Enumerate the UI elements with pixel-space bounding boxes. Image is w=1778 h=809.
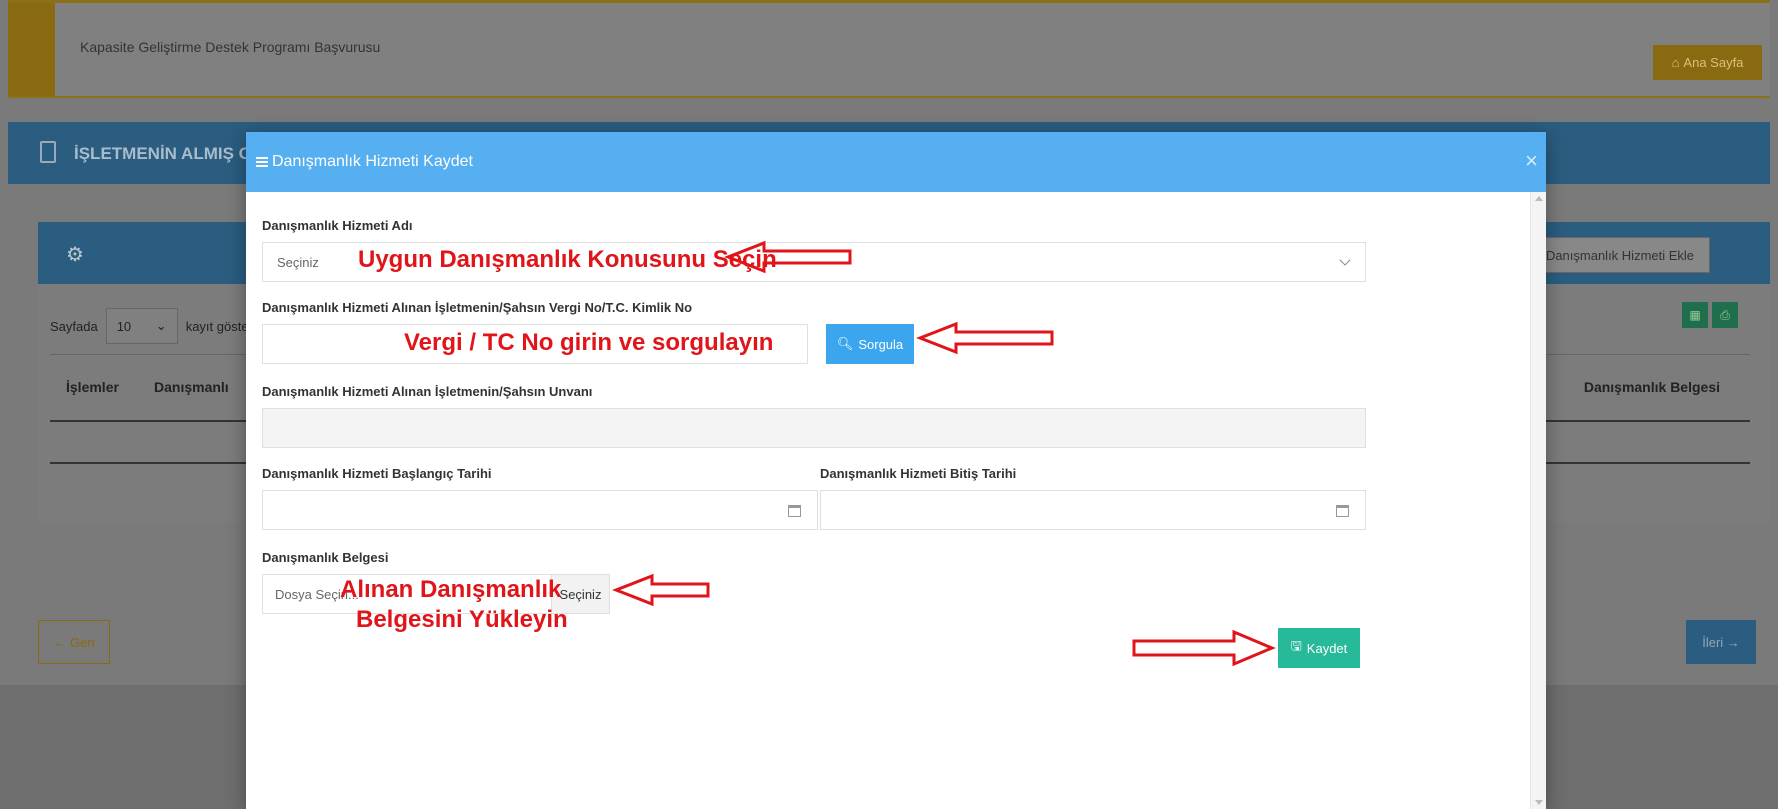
annotation-arrow-right (1132, 629, 1276, 667)
page-length-value: 10 (116, 318, 132, 334)
annotation-upload-line2: Belgesini Yükleyin (356, 606, 568, 633)
service-name-placeholder: Seçiniz (277, 255, 319, 270)
title-readonly-field (262, 408, 1366, 448)
consultancy-modal: Danışmanlık Hizmeti Kaydet × Danışmanlık… (246, 132, 1546, 809)
annotation-arrow-left (724, 240, 852, 274)
page-length-prefix: Sayfada (50, 318, 98, 334)
chevron-down-icon: ⌄ (155, 318, 167, 333)
modal-header: Danışmanlık Hizmeti Kaydet × (246, 132, 1546, 192)
column-actions[interactable]: İşlemler (66, 379, 119, 395)
print-button[interactable]: ⎙ (1712, 302, 1738, 328)
export-buttons: ▦ ⎙ (1682, 302, 1738, 328)
query-button[interactable]: 🔍︎ Sorgula (826, 324, 914, 364)
tax-no-label: Danışmanlık Hizmeti Alınan İşletmenin/Şa… (262, 300, 693, 315)
query-button-label: Sorgula (858, 336, 904, 352)
chevron-down-icon (1339, 254, 1351, 266)
page-length-suffix: kayıt göste (185, 318, 249, 334)
back-button[interactable]: ← Geri (38, 620, 110, 664)
end-date-label: Danışmanlık Hizmeti Bitiş Tarihi (820, 466, 1017, 481)
calendar-icon[interactable] (788, 505, 801, 517)
modal-scrollbar[interactable] (1530, 192, 1546, 809)
top-bar-accent (8, 3, 55, 96)
top-bar: Kapasite Geliştirme Destek Programı Başv… (8, 0, 1770, 98)
page-length-select[interactable]: 10 ⌄ (105, 308, 178, 344)
calendar-icon[interactable] (1336, 505, 1349, 517)
section-title: İŞLETMENİN ALMIŞ O (74, 144, 252, 163)
close-icon[interactable]: × (1525, 150, 1538, 172)
home-button-label: Ana Sayfa (1683, 55, 1744, 70)
excel-export-button[interactable]: ▦ (1682, 302, 1708, 328)
gear-icon: ⚙ (66, 244, 84, 266)
page-length-control: Sayfada 10 ⌄ kayıt göste (50, 308, 249, 344)
annotation-select-topic: Uygun Danışmanlık Konusunu Seçin (358, 246, 777, 273)
end-date-input[interactable] (820, 490, 1366, 530)
annotation-enter-tax: Vergi / TC No girin ve sorgulayın (404, 329, 774, 356)
column-document[interactable]: Danışmanlık Belgesi (1584, 379, 1720, 395)
save-button[interactable]: 🖫 Kaydet (1278, 628, 1360, 668)
document-label: Danışmanlık Belgesi (262, 550, 389, 565)
floppy-disk-icon: 🖫 (1290, 638, 1302, 653)
scroll-up-icon[interactable] (1535, 196, 1543, 201)
annotation-arrow-left (612, 573, 710, 607)
title-label: Danışmanlık Hizmeti Alınan İşletmenin/Şa… (262, 384, 593, 399)
start-date-input[interactable] (262, 490, 818, 530)
modal-title: Danışmanlık Hizmeti Kaydet (272, 153, 473, 170)
home-icon: ⌂ (1671, 55, 1680, 70)
column-consultancy[interactable]: Danışmanlı (154, 379, 229, 395)
annotation-arrow-left (916, 321, 1054, 355)
document-icon (40, 141, 56, 163)
next-button[interactable]: İleri → (1686, 620, 1756, 664)
list-icon (256, 156, 268, 168)
add-consultancy-button[interactable]: Danışmanlık Hizmeti Ekle (1530, 237, 1710, 273)
app-title: Kapasite Geliştirme Destek Programı Başv… (80, 39, 381, 55)
annotation-upload-line1: Alınan Danışmanlık (340, 576, 562, 603)
scroll-down-icon[interactable] (1535, 800, 1543, 805)
start-date-label: Danışmanlık Hizmeti Başlangıç Tarihi (262, 466, 492, 481)
save-button-label: Kaydet (1306, 640, 1348, 656)
service-name-label: Danışmanlık Hizmeti Adı (262, 218, 413, 233)
search-icon: 🔍︎ (836, 336, 854, 351)
home-button[interactable]: ⌂ Ana Sayfa (1653, 45, 1762, 80)
